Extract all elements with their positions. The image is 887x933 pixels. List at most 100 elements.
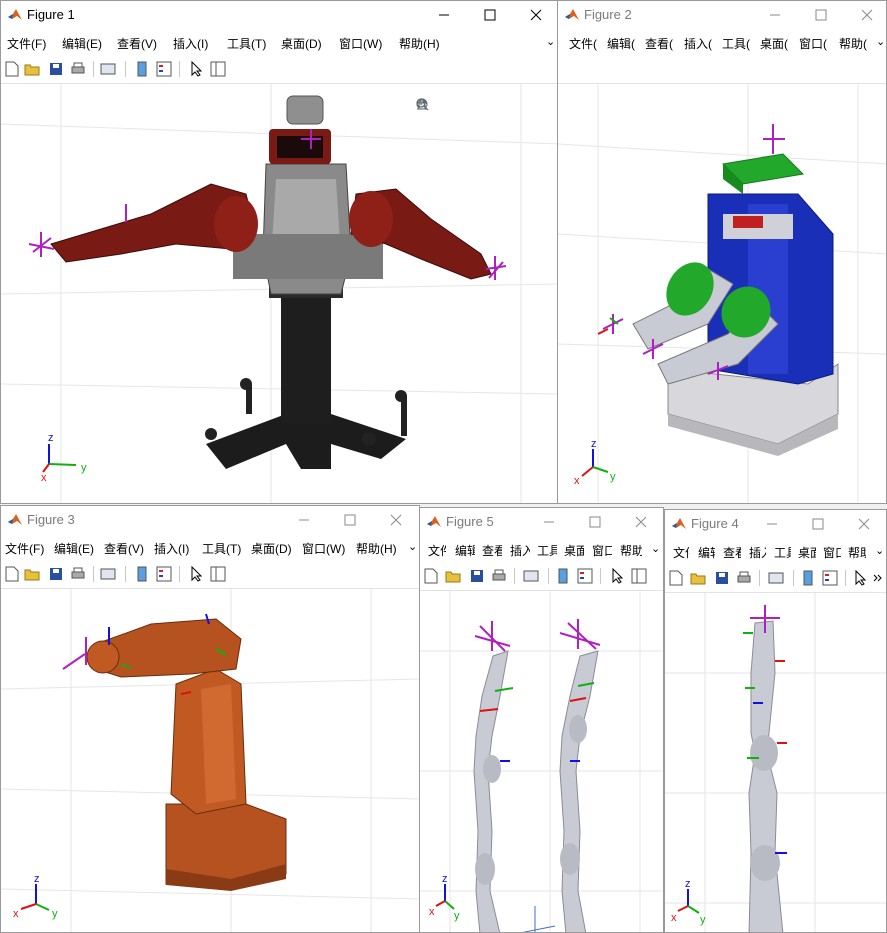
close-button[interactable]	[841, 510, 886, 538]
insert-legend-icon[interactable]	[155, 565, 173, 583]
minimize-button[interactable]	[749, 510, 795, 538]
figure-5-window[interactable]: Figure 5 文件 编辑 查看 插入 工具 桌面 窗口 帮助 ⌄	[419, 507, 664, 933]
menu-desktop[interactable]: 桌面(	[760, 35, 792, 52]
close-button[interactable]	[373, 506, 419, 534]
link-plot-icon[interactable]	[522, 567, 540, 585]
link-plot-icon[interactable]	[99, 60, 117, 78]
title-bar[interactable]: Figure 1	[1, 1, 557, 29]
minimize-button[interactable]	[752, 1, 798, 29]
menu-help[interactable]: 帮助	[848, 544, 866, 561]
menu-desktop[interactable]: 桌面	[798, 544, 816, 561]
menu-edit[interactable]: 编辑	[698, 544, 715, 561]
menu-desktop[interactable]: 桌面(D)	[251, 540, 292, 557]
link-plot-icon[interactable]	[99, 565, 117, 583]
property-inspector-icon[interactable]	[209, 565, 227, 583]
menu-edit[interactable]: 编辑(	[607, 35, 639, 52]
menu-edit[interactable]: 编辑(E)	[62, 35, 102, 52]
figure-2-window[interactable]: Figure 2 文件( 编辑( 查看( 插入( 工具( 桌面( 窗口( 帮助(…	[557, 0, 887, 504]
edit-plot-icon[interactable]	[187, 565, 205, 583]
menu-edit[interactable]: 编辑(E)	[54, 540, 94, 557]
menu-view[interactable]: 查看(	[645, 35, 677, 52]
minimize-button[interactable]	[421, 1, 467, 29]
open-file-icon[interactable]	[444, 567, 462, 585]
menu-overflow-icon[interactable]: ⌄	[546, 35, 555, 48]
title-bar[interactable]: Figure 3	[1, 506, 419, 534]
menu-desktop[interactable]: 桌面(D)	[281, 35, 322, 52]
maximize-button[interactable]	[572, 508, 618, 536]
menu-insert[interactable]: 插入	[749, 544, 766, 561]
home-icon[interactable]	[416, 97, 545, 113]
menu-view[interactable]: 查看(V)	[117, 35, 157, 52]
maximize-button[interactable]	[798, 1, 844, 29]
menu-help[interactable]: 帮助	[620, 542, 642, 559]
menu-overflow-icon[interactable]: ⌄	[408, 540, 417, 553]
menu-file[interactable]: 文件(F)	[5, 540, 44, 557]
menu-overflow-icon[interactable]: ⌄	[875, 544, 884, 557]
axes-canvas[interactable]: z y x	[665, 593, 886, 932]
menu-insert[interactable]: 插入	[510, 542, 530, 559]
property-inspector-icon[interactable]	[630, 567, 648, 585]
menu-view[interactable]: 查看	[482, 542, 502, 559]
title-bar[interactable]: Figure 2	[558, 1, 886, 29]
menu-insert[interactable]: 插入(	[684, 35, 716, 52]
edit-plot-icon[interactable]	[851, 569, 869, 587]
menu-tools[interactable]: 工具	[774, 544, 791, 561]
menu-file[interactable]: 文件	[673, 544, 689, 561]
menu-view[interactable]: 查看	[723, 544, 741, 561]
menu-tools[interactable]: 工具(T)	[227, 35, 266, 52]
axes-canvas[interactable]: z y x	[1, 589, 419, 932]
menu-tools[interactable]: 工具	[537, 542, 557, 559]
brush-icon[interactable]	[417, 97, 450, 113]
menu-help[interactable]: 帮助(H)	[399, 35, 440, 52]
menu-window[interactable]: 窗口(	[799, 35, 831, 52]
axes-canvas[interactable]: z y x	[1, 84, 557, 503]
zoom-out-icon[interactable]	[416, 97, 526, 113]
property-inspector-icon[interactable]	[209, 60, 227, 78]
new-figure-icon[interactable]	[3, 565, 21, 583]
menu-window[interactable]: 窗口	[823, 544, 841, 561]
new-figure-icon[interactable]	[3, 60, 21, 78]
menu-insert[interactable]: 插入(I)	[173, 35, 208, 52]
link-plot-icon[interactable]	[767, 569, 785, 587]
insert-colorbar-icon[interactable]	[799, 569, 817, 587]
save-icon[interactable]	[47, 60, 65, 78]
print-icon[interactable]	[69, 565, 87, 583]
title-bar[interactable]: Figure 4	[665, 510, 886, 538]
zoom-in-icon[interactable]	[416, 97, 507, 113]
menu-file[interactable]: 文件(	[569, 35, 601, 52]
menu-view[interactable]: 查看(V)	[104, 540, 144, 557]
insert-colorbar-icon[interactable]	[133, 565, 151, 583]
title-bar[interactable]: Figure 5	[420, 508, 663, 536]
edit-plot-icon[interactable]	[187, 60, 205, 78]
insert-legend-icon[interactable]	[821, 569, 839, 587]
edit-plot-icon[interactable]	[608, 567, 626, 585]
figure-4-window[interactable]: Figure 4 文件 编辑 查看 插入 工具 桌面 窗口 帮助 ⌄	[664, 509, 887, 933]
figure-1-window[interactable]: Figure 1 文件(F) 编辑(E) 查看(V) 插入(I) 工具(T) 桌…	[0, 0, 558, 504]
menu-overflow-icon[interactable]: ⌄	[876, 35, 885, 48]
open-file-icon[interactable]	[23, 60, 41, 78]
menu-help[interactable]: 帮助(	[839, 35, 871, 52]
menu-file[interactable]: 文件(F)	[7, 35, 46, 52]
menu-overflow-icon[interactable]: ⌄	[651, 542, 660, 555]
minimize-button[interactable]	[526, 508, 572, 536]
close-button[interactable]	[513, 1, 557, 29]
toolbar-overflow-icon[interactable]	[869, 569, 886, 587]
axes-canvas[interactable]: z y x	[420, 591, 663, 932]
rotate-3d-icon[interactable]	[416, 97, 469, 113]
menu-window[interactable]: 窗口(W)	[339, 35, 382, 52]
menu-desktop[interactable]: 桌面	[564, 542, 584, 559]
new-figure-icon[interactable]	[667, 569, 685, 587]
print-icon[interactable]	[735, 569, 753, 587]
insert-legend-icon[interactable]	[155, 60, 173, 78]
close-button[interactable]	[844, 1, 886, 29]
maximize-button[interactable]	[795, 510, 841, 538]
menu-tools[interactable]: 工具(T)	[202, 540, 241, 557]
menu-file[interactable]: 文件	[428, 542, 446, 559]
print-icon[interactable]	[69, 60, 87, 78]
figure-3-window[interactable]: Figure 3 文件(F) 编辑(E) 查看(V) 插入(I) 工具(T) 桌…	[0, 505, 420, 933]
menu-edit[interactable]: 编辑	[455, 542, 475, 559]
menu-tools[interactable]: 工具(	[722, 35, 754, 52]
open-file-icon[interactable]	[23, 565, 41, 583]
print-icon[interactable]	[490, 567, 508, 585]
open-file-icon[interactable]	[689, 569, 707, 587]
